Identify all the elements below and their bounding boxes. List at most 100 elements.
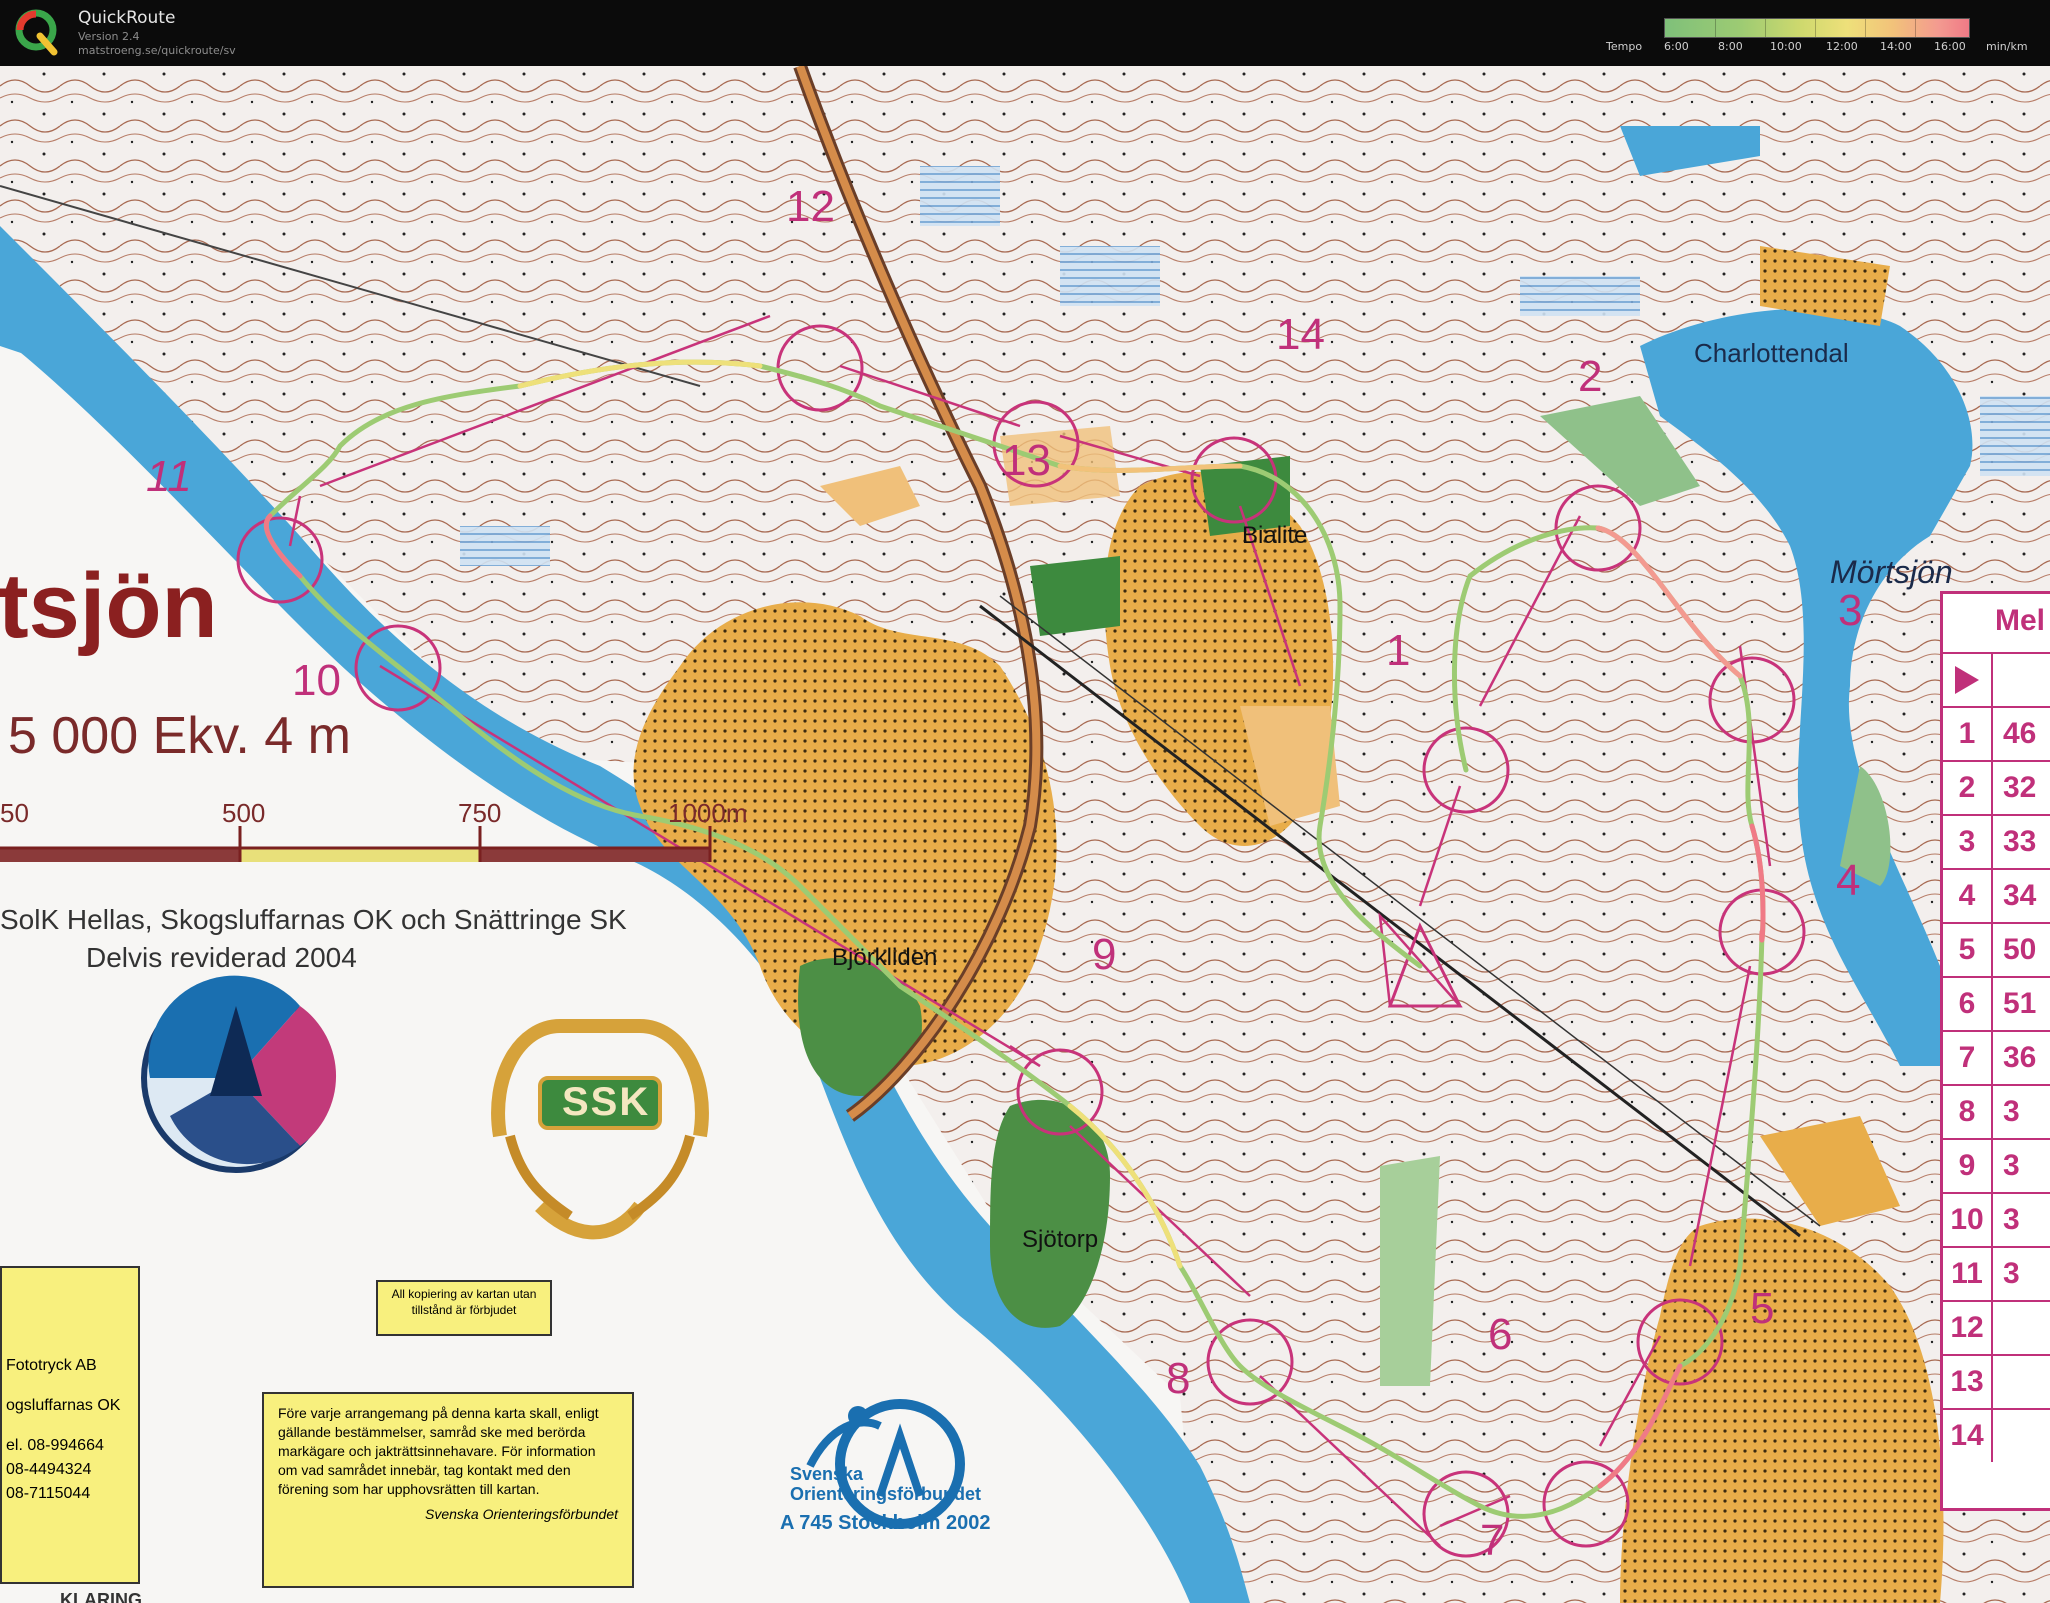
tempo-tick-label: 10:00: [1770, 40, 1802, 53]
tempo-color-scale: [1664, 18, 1970, 38]
table-row-number: 3: [1943, 816, 1993, 868]
table-row: 4 34: [1943, 868, 2050, 922]
control-number: 10: [292, 656, 341, 705]
table-row-value: 51: [2003, 987, 2037, 1020]
control-description-table: Mel 1 46 2 32 3 33 4 34 5 50 6 51 7 36 8 3 9 3 10 3 11 3 12 13 1…: [1940, 591, 2050, 1511]
table-row: 93: [1943, 1138, 2050, 1192]
map-clubs: SolK Hellas, Skogsluffarnas OK och Snätt…: [0, 904, 627, 935]
table-row-value: 50: [2003, 933, 2037, 966]
tempo-tick-label: 6:00: [1664, 40, 1689, 53]
map-scale-text: 5 000 Ekv. 4 m: [8, 707, 351, 765]
table-row-number: [1943, 654, 1993, 706]
table-row-number: 13: [1943, 1356, 1993, 1408]
table-row-number: 1: [1943, 708, 1993, 760]
start-triangle-icon: [1955, 666, 1979, 694]
table-row: 83: [1943, 1084, 2050, 1138]
table-row-value: 36: [2003, 1041, 2037, 1074]
table-row: [1943, 652, 2050, 706]
table-row-number: 7: [1943, 1032, 1993, 1084]
table-row-value: 46: [2003, 717, 2037, 750]
control-number: 11: [146, 452, 192, 501]
control-number: 4: [1836, 856, 1861, 905]
table-row-value: 3: [2003, 1149, 2020, 1182]
tempo-tick-label: 8:00: [1718, 40, 1743, 53]
table-row-number: 10: [1943, 1194, 1993, 1246]
control-number: 6: [1488, 1310, 1513, 1359]
table-row-value: 33: [2003, 825, 2037, 858]
table-row-value: 34: [2003, 879, 2037, 912]
arrangement-notice-box: Före varje arrangemang på denna karta sk…: [262, 1392, 634, 1588]
table-row-number: 5: [1943, 924, 1993, 976]
table-row-number: 6: [1943, 978, 1993, 1030]
app-version: Version 2.4: [78, 30, 140, 43]
table-row-value: 3: [2003, 1095, 2020, 1128]
tempo-tick-label: 14:00: [1880, 40, 1912, 53]
ssk-logo-text: SSK: [562, 1080, 651, 1124]
scale-label: 500: [222, 798, 266, 828]
table-row: 5 50: [1943, 922, 2050, 976]
control-number: 8: [1166, 1354, 1191, 1403]
quickroute-logo-icon: [15, 9, 58, 56]
orienteering-map[interactable]: tsjön 5 000 Ekv. 4 m 50 500 750 1000m So…: [0, 66, 2050, 1603]
table-row-number: 12: [1943, 1302, 1993, 1354]
scale-label: 50: [0, 798, 29, 828]
sof-code: A 745 Stockholm 2002: [780, 1512, 991, 1534]
table-row-number: 11: [1943, 1248, 1993, 1300]
printer-line: Fototryck AB: [6, 1357, 97, 1374]
table-row: 12: [1943, 1300, 2050, 1354]
table-row: 10 3: [1943, 1192, 2050, 1246]
app-header: QuickRoute Version 2.4 matstroeng.se/qui…: [0, 0, 2050, 66]
table-row-number: 4: [1943, 870, 1993, 922]
map-title: tsjön: [0, 555, 218, 657]
copy-notice-box: All kopiering av kartan utan tillstånd ä…: [376, 1280, 552, 1336]
place-name: Bialite: [1242, 522, 1308, 549]
table-row-number: 2: [1943, 762, 1993, 814]
control-number: 12: [786, 182, 835, 231]
tempo-tick-label: 16:00: [1934, 40, 1966, 53]
tempo-unit: min/km: [1986, 40, 2028, 53]
control-number: 2: [1578, 352, 1603, 401]
printer-line: 08-7115044: [6, 1485, 91, 1502]
control-number: 1: [1386, 626, 1411, 675]
app-name: QuickRoute: [78, 8, 176, 28]
control-number: 14: [1276, 310, 1325, 359]
table-header: Mel: [1995, 604, 2046, 637]
table-row: 14: [1943, 1408, 2050, 1462]
arrangement-notice: Före varje arrangemang på denna karta sk…: [278, 1405, 599, 1497]
table-row: 2 32: [1943, 760, 2050, 814]
control-number: 3: [1838, 586, 1863, 635]
sof-name: Svenska Orienteringsförbundet: [790, 1464, 982, 1504]
printer-line: el. 08-994664: [6, 1437, 104, 1454]
tempo-tick-label: 12:00: [1826, 40, 1858, 53]
printer-line: 08-4494324: [6, 1461, 92, 1478]
control-number: 7: [1480, 1516, 1505, 1565]
scale-label: 750: [458, 798, 502, 828]
app-url[interactable]: matstroeng.se/quickroute/sv: [78, 44, 236, 57]
copy-notice: All kopiering av kartan utan tillstånd ä…: [391, 1287, 537, 1317]
control-number: 13: [1002, 436, 1051, 485]
printer-box: Fototryck AB ogsluffarnas OK el. 08-9946…: [0, 1266, 140, 1584]
arrangement-sign: Svenska Orienteringsförbundet: [425, 1506, 618, 1522]
table-row-value: 32: [2003, 771, 2037, 804]
table-row: 11 3: [1943, 1246, 2050, 1300]
table-row: 13: [1943, 1354, 2050, 1408]
table-row-value: 3: [2003, 1257, 2020, 1290]
table-row-value: 3: [2003, 1203, 2020, 1236]
table-row: 3 33: [1943, 814, 2050, 868]
table-row: 1 46: [1943, 706, 2050, 760]
printer-line: ogsluffarnas OK: [6, 1397, 121, 1414]
place-name: Björkliden: [832, 944, 938, 971]
table-row: 6 51: [1943, 976, 2050, 1030]
tempo-label: Tempo: [1606, 40, 1643, 53]
map-graphics: [0, 66, 2050, 1603]
bottom-fragment: KLARING: [60, 1590, 142, 1603]
table-row: 7 36: [1943, 1030, 2050, 1084]
map-revised: Delvis reviderad 2004: [86, 942, 357, 973]
table-row-number: 8: [1943, 1086, 1993, 1138]
place-name: Sjötorp: [1022, 1226, 1099, 1253]
table-row-number: 9: [1943, 1140, 1993, 1192]
table-row-number: 14: [1943, 1410, 1993, 1462]
control-number: 9: [1092, 930, 1117, 979]
scale-label: 1000m: [668, 798, 748, 828]
place-name: Charlottendal: [1694, 338, 1849, 368]
